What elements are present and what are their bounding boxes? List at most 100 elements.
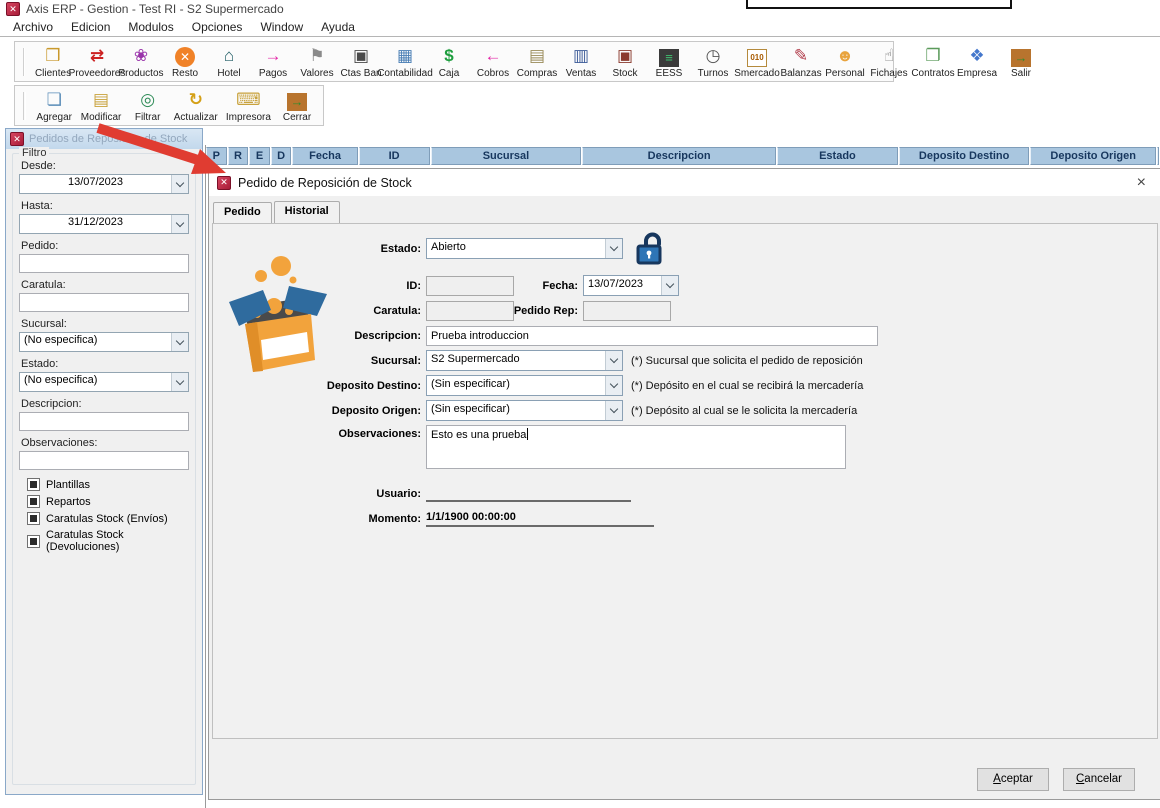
estado-value: (No especifica) [20,373,171,391]
toolbar-modificar[interactable]: ▤Modificar [76,88,125,124]
toolbar-pagos[interactable]: →Pagos [251,44,295,80]
add-document-icon: ❏ [42,89,66,111]
toolbar-cerrar[interactable]: →Cerrar [275,88,319,124]
grid-column-p[interactable]: P [206,147,227,165]
checkbox-row-caratulas-stock-env-os-[interactable]: Caratulas Stock (Envíos) [27,512,189,525]
grid-column-e[interactable]: E [249,147,270,165]
grid-column-filler[interactable] [1157,147,1159,165]
deposito-origen-select[interactable]: (Sin especificar) [426,400,623,421]
toolbar-agregar[interactable]: ❏Agregar [32,88,77,124]
deposito-destino-label: Deposito Destino: [303,380,421,392]
toolbar-salir[interactable]: →Salir [999,44,1043,80]
toolbar-resto[interactable]: ✕Resto [163,44,207,80]
desde-date-picker[interactable]: 13/07/2023 [19,174,189,194]
toolbar-impresora[interactable]: ⌨Impresora [222,88,275,124]
desde-label: Desde: [21,160,189,172]
toolbar-empresa[interactable]: ❖Empresa [955,44,999,80]
toolbar-ventas[interactable]: ▥Ventas [559,44,603,80]
caratula-input[interactable] [19,293,189,312]
grid-column-r[interactable]: R [228,147,249,165]
chevron-down-icon[interactable] [605,376,622,395]
grid-column-estado[interactable]: Estado [777,147,898,165]
toolbar-item-label: Proveedores [69,68,126,79]
checkbox-checked-icon[interactable] [27,495,40,508]
chevron-down-icon[interactable] [171,215,188,233]
exit-door-icon: → [1011,49,1031,67]
toolbar-fichajes[interactable]: ☝Fichajes [867,44,911,80]
toolbar-smercado[interactable]: 010Smercado [735,44,779,80]
estado-select[interactable]: Abierto [426,238,623,259]
toolbar-turnos[interactable]: ◷Turnos [691,44,735,80]
checkbox-checked-icon[interactable] [27,535,40,548]
descripcion-input[interactable]: Prueba introduccion [426,326,878,346]
menu-bar: ArchivoEdicionModulosOpcionesWindowAyuda [0,18,1160,37]
menu-archivo[interactable]: Archivo [4,18,62,36]
grid-column-deposito-destino[interactable]: Deposito Destino [899,147,1029,165]
chevron-down-icon[interactable] [605,239,622,258]
chevron-down-icon[interactable] [171,333,188,351]
toolbar-balanzas[interactable]: ✎Balanzas [779,44,823,80]
chevron-down-icon[interactable] [605,351,622,370]
toolbar-proveedores[interactable]: ⇄Proveedores [75,44,119,80]
hasta-date-picker[interactable]: 31/12/2023 [19,214,189,234]
grid-column-descripcion[interactable]: Descripcion [582,147,776,165]
checkbox-checked-icon[interactable] [27,512,40,525]
stock-box-icon [227,252,331,374]
dialog-title: Pedido de Reposición de Stock [238,176,412,190]
menu-opciones[interactable]: Opciones [183,18,252,36]
chevron-down-icon[interactable] [661,276,678,295]
unlocked-padlock-icon [635,232,665,266]
toolbar-grip[interactable] [23,48,25,76]
toolbar-cobros[interactable]: ←Cobros [471,44,515,80]
dialog-button-row: Aceptar Cancelar [977,768,1135,791]
grid-column-fecha[interactable]: Fecha [292,147,357,165]
menu-modulos[interactable]: Modulos [119,18,182,36]
chevron-down-icon[interactable] [171,175,188,193]
toolbar-stock[interactable]: ▣Stock [603,44,647,80]
toolbar-item-label: Filtrar [135,112,161,123]
sucursal-select[interactable]: (No especifica) [19,332,189,352]
fecha-date-picker[interactable]: 13/07/2023 [583,275,679,296]
toolbar-actualizar[interactable]: ↻Actualizar [170,88,222,124]
cancelar-button[interactable]: Cancelar [1063,768,1135,791]
toolbar-productos[interactable]: ❀Productos [119,44,163,80]
grid-column-id[interactable]: ID [359,147,430,165]
toolbar-compras[interactable]: ▤Compras [515,44,559,80]
grid-column-d[interactable]: D [271,147,292,165]
deposito-destino-select[interactable]: (Sin especificar) [426,375,623,396]
toolbar-contabilidad[interactable]: ▦Contabilidad [383,44,427,80]
grid-column-deposito-origen[interactable]: Deposito Origen [1030,147,1156,165]
toolbar-eess[interactable]: ≡EESS [647,44,691,80]
toolbar-valores[interactable]: ⚑Valores [295,44,339,80]
toolbar-filtrar[interactable]: ◎Filtrar [126,88,170,124]
checkbox-row-caratulas-stock-devoluciones-[interactable]: Caratulas Stock (Devoluciones) [27,529,189,553]
pedido-label: Pedido: [21,240,189,252]
sucursal-select[interactable]: S2 Supermercado [426,350,623,371]
observaciones-textarea[interactable]: Esto es una prueba [426,425,846,469]
menu-window[interactable]: Window [251,18,312,36]
checkbox-checked-icon[interactable] [27,478,40,491]
aceptar-button[interactable]: Aceptar [977,768,1049,791]
checkbox-row-plantillas[interactable]: Plantillas [27,478,189,491]
tab-historial[interactable]: Historial [274,201,340,223]
toolbar-contratos[interactable]: ❐Contratos [911,44,955,80]
toolbar-personal[interactable]: ☻Personal [823,44,867,80]
tab-pedido[interactable]: Pedido [213,202,272,224]
grid-column-sucursal[interactable]: Sucursal [431,147,582,165]
close-icon[interactable]: × [1131,174,1152,192]
pedido-input[interactable] [19,254,189,273]
chevron-down-icon[interactable] [605,401,622,420]
observaciones-input[interactable] [19,451,189,470]
products-basket-icon: ❀ [129,45,153,67]
toolbar-caja[interactable]: $Caja [427,44,471,80]
checkbox-row-repartos[interactable]: Repartos [27,495,189,508]
toolbar-grip[interactable] [23,92,26,120]
chevron-down-icon[interactable] [171,373,188,391]
toolbar-item-label: Actualizar [174,112,218,123]
estado-select[interactable]: (No especifica) [19,372,189,392]
descripcion-input[interactable] [19,412,189,431]
toolbar-hotel[interactable]: ⌂Hotel [207,44,251,80]
menu-edicion[interactable]: Edicion [62,18,119,36]
menu-ayuda[interactable]: Ayuda [312,18,364,36]
toolbar-item-label: Balanzas [780,68,821,79]
